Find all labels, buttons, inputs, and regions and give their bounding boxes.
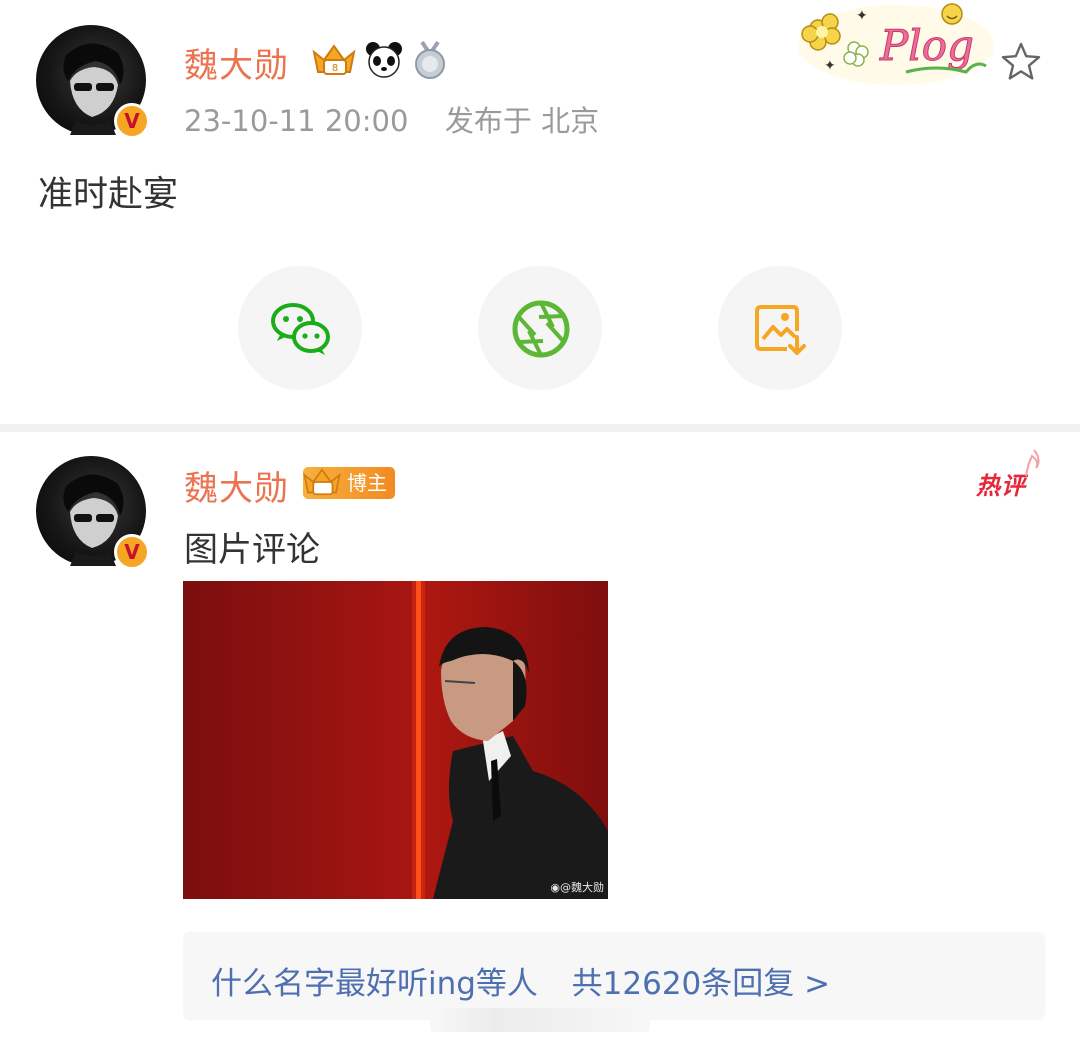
replies-from: 什么名字最好听ing等人 — [211, 966, 538, 1002]
crown-vip-icon: 8 — [312, 44, 356, 75]
post-text: 准时赴宴 — [38, 175, 179, 215]
medal-icon — [415, 40, 445, 79]
comment-username[interactable]: 魏大勋 — [184, 461, 289, 510]
moments-icon — [512, 300, 570, 358]
photo-artwork — [183, 581, 608, 899]
post-timestamp: 23-10-11 20:00 — [184, 104, 409, 138]
section-divider — [0, 424, 1080, 432]
post-username[interactable]: 魏大勋 — [184, 38, 289, 87]
image-watermark: ◉@魏大勋 — [550, 881, 604, 894]
flame-icon — [1025, 449, 1040, 477]
svg-text:✦: ✦ — [856, 8, 868, 24]
post-meta: 23-10-11 20:00 发布于 北京 — [184, 98, 599, 140]
save-image-button[interactable] — [718, 266, 842, 390]
blogger-badge: 博主 — [303, 467, 395, 499]
blogger-badge-label: 博主 — [347, 471, 387, 495]
verified-badge-icon: V — [114, 534, 150, 570]
verified-badge-icon: V — [114, 103, 150, 139]
replies-count: 共12620条回复 > — [571, 966, 831, 1002]
post-location: 发布于 北京 — [444, 104, 600, 138]
wechat-icon — [271, 303, 330, 355]
replies-link[interactable]: 什么名字最好听ing等人 共12620条回复 > — [211, 958, 830, 1003]
crown-vip-icon — [303, 468, 341, 496]
share-wechat-button[interactable] — [238, 266, 362, 390]
plog-sticker-icon: Plog ✦ ✦ — [798, 3, 994, 85]
comment-text: 图片评论 — [184, 530, 320, 570]
share-moments-button[interactable] — [478, 266, 602, 390]
comment-avatar[interactable]: V — [36, 456, 150, 570]
replies-summary[interactable]: 什么名字最好听ing等人 共12620条回复 > — [183, 932, 1045, 1020]
comment-image[interactable]: ◉@魏大勋 — [183, 581, 608, 899]
hot-comment-tag: 热评 — [976, 472, 1026, 500]
svg-text:✦: ✦ — [824, 58, 836, 74]
post-avatar[interactable]: V — [36, 25, 150, 139]
vip-badges: 8 — [310, 40, 450, 80]
weibo-logo-icon: ◉ — [550, 881, 560, 894]
favorite-star-icon[interactable] — [999, 40, 1043, 84]
home-indicator — [430, 1008, 650, 1032]
save-image-icon — [755, 305, 806, 355]
panda-icon — [366, 42, 402, 78]
plog-label: Plog — [879, 21, 974, 70]
svg-text:8: 8 — [332, 63, 338, 74]
